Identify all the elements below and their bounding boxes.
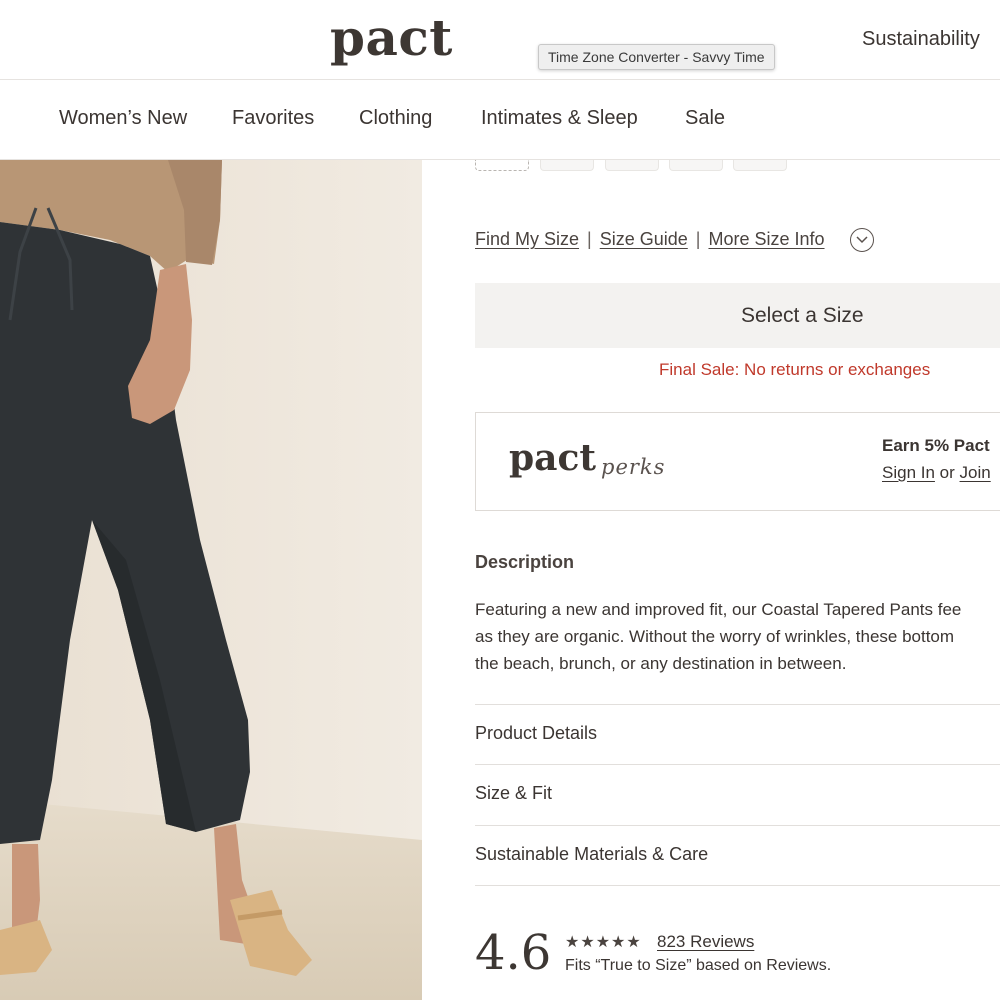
accordion-label: Size & Fit [475, 783, 553, 803]
accordion-label: Product Details [475, 723, 598, 743]
find-my-size-link[interactable]: Find My Size [475, 229, 579, 249]
size-swatch[interactable] [669, 160, 723, 171]
pact-perks-banner: pact perks Earn 5% Pact Sign In or Join [475, 412, 1000, 511]
perks-wordmark: perks [601, 455, 666, 479]
final-sale-notice: Final Sale: No returns or exchanges [659, 360, 931, 379]
sustainability-link[interactable]: Sustainability [862, 28, 980, 51]
main-nav: Women’s New Favorites Clothing Intimates… [0, 80, 1000, 160]
product-image[interactable] [0, 160, 422, 1000]
divider [475, 885, 1000, 886]
size-swatch-unavailable[interactable] [475, 160, 529, 171]
select-size-button[interactable]: Select a Size [475, 283, 1000, 348]
nav-favorites[interactable]: Favorites [232, 107, 314, 130]
separator: | [587, 229, 592, 249]
average-rating: 4.6 [475, 925, 552, 981]
accordion-size-fit[interactable]: Size & Fit [475, 764, 1000, 825]
perks-auth-row: Sign In or Join [882, 463, 991, 483]
product-info-panel: Find My Size | Size Guide | More Size Info S… [422, 160, 1000, 1000]
nav-clothing[interactable]: Clothing [359, 107, 432, 130]
pact-logo[interactable]: pact [330, 8, 453, 67]
description-text: Featuring a new and improved fit, our Co… [475, 596, 961, 677]
description-line: as they are organic. Without the worry o… [475, 627, 955, 646]
size-links-row: Find My Size | Size Guide | More Size Info [475, 229, 825, 250]
earn-rewards-text: Earn 5% Pact [882, 436, 990, 455]
nav-sale[interactable]: Sale [685, 107, 725, 130]
size-swatch[interactable] [540, 160, 594, 171]
description-heading: Description [475, 552, 575, 572]
pact-perks-logo: pact [509, 437, 597, 479]
sign-in-link[interactable]: Sign In [882, 463, 935, 482]
chevron-down-icon[interactable] [850, 228, 874, 252]
more-size-info-link[interactable]: More Size Info [708, 229, 824, 249]
size-swatch[interactable] [605, 160, 659, 171]
fit-summary: Fits “True to Size” based on Reviews. [565, 957, 832, 974]
nav-intimates-sleep[interactable]: Intimates & Sleep [481, 107, 638, 130]
separator: | [695, 229, 701, 249]
reviews-count-link[interactable]: 823 Reviews [657, 932, 754, 952]
description-line: Featuring a new and improved fit, our Co… [475, 600, 962, 619]
accordion-label: Sustainable Materials & Care [475, 844, 709, 864]
join-link[interactable]: Join [960, 463, 991, 482]
browser-tab-tooltip: Time Zone Converter - Savvy Time [538, 44, 775, 70]
accordion-product-details[interactable]: Product Details [475, 704, 1000, 765]
star-rating-icon: ★★★★★ [565, 934, 642, 951]
nav-womens-new[interactable]: Women’s New [59, 107, 187, 130]
size-guide-link[interactable]: Size Guide [600, 229, 688, 249]
size-swatch[interactable] [733, 160, 787, 171]
accordion-sustainable-materials[interactable]: Sustainable Materials & Care [475, 825, 1000, 886]
or-text: or [939, 463, 955, 482]
site-header: pact Time Zone Converter - Savvy Time Su… [0, 0, 1000, 80]
description-line: the beach, brunch, or any destination in… [475, 654, 847, 673]
